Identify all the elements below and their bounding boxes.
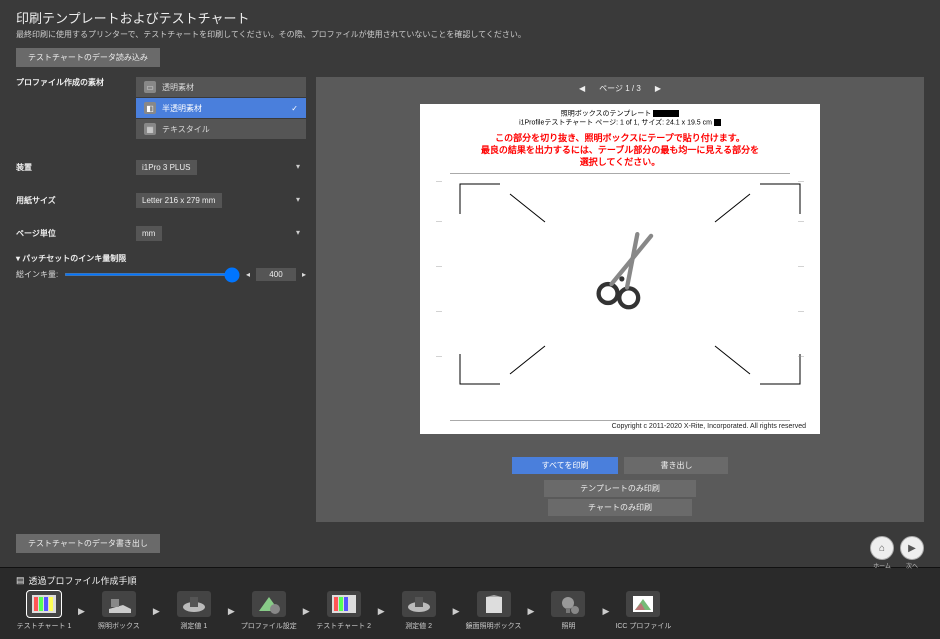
export-button[interactable]: 書き出し — [624, 457, 728, 474]
transparent-icon: ▭ — [144, 81, 156, 93]
step-mirror-lightbox[interactable]: 鏡面照明ボックス — [466, 591, 522, 631]
substrate-textile[interactable]: ▦ テキスタイル — [136, 119, 306, 139]
substrate-translucent[interactable]: ◧ 半透明素材 ✓ — [136, 98, 306, 118]
step-measure1[interactable]: 測定値 1 — [166, 591, 222, 631]
pager-prev[interactable]: ◀ — [579, 84, 585, 93]
unit-label: ページ単位 — [16, 228, 136, 239]
scissors-icon — [584, 229, 670, 315]
copyright-text: Copyright c 2011-2020 X-Rite, Incorporat… — [430, 423, 810, 430]
unit-select[interactable]: mm — [136, 226, 162, 241]
print-all-button[interactable]: すべてを印刷 — [512, 457, 619, 474]
workflow-title: ▤ 透過プロファイル作成手順 — [16, 574, 924, 587]
read-data-button[interactable]: テストチャートのデータ読み込み — [16, 48, 160, 67]
step-testchart2[interactable]: テストチャート 2 — [316, 591, 372, 631]
check-icon: ✓ — [291, 104, 298, 113]
next-button[interactable]: ▶ — [900, 536, 924, 560]
paper-label: 用紙サイズ — [16, 195, 136, 206]
step-lighting[interactable]: 照明 — [540, 591, 596, 631]
paper-select[interactable]: Letter 216 x 279 mm — [136, 193, 222, 208]
preview-pane: ◀ ページ 1 / 3 ▶ 照明ボックスのテンプレート i1Profileテスト… — [316, 77, 924, 522]
ink-slider[interactable] — [64, 273, 240, 276]
device-select[interactable]: i1Pro 3 PLUS — [136, 160, 197, 175]
list-icon: ▤ — [16, 575, 25, 586]
step-measure2[interactable]: 測定値 2 — [391, 591, 447, 631]
ink-section-title: ▾ パッチセットのインキ量制限 — [16, 253, 306, 264]
textile-icon: ▦ — [144, 123, 156, 135]
print-chart-button[interactable]: チャートのみ印刷 — [548, 499, 692, 516]
pager-next[interactable]: ▶ — [655, 84, 661, 93]
substrate-transparent[interactable]: ▭ 透明素材 — [136, 77, 306, 97]
ink-total-label: 総インキ量: — [16, 269, 58, 280]
write-data-button[interactable]: テストチャートのデータ書き出し — [16, 534, 160, 553]
page-title: 印刷テンプレートおよびテストチャート — [16, 8, 924, 27]
footer: ⌂ ホーム ▶ 次へ ▤ 透過プロファイル作成手順 テストチャート 1 ▶ 照明… — [0, 567, 940, 639]
black-swatch — [653, 110, 679, 117]
ink-value-input[interactable] — [256, 268, 296, 281]
workflow-steps: テストチャート 1 ▶ 照明ボックス ▶ 測定値 1 ▶ プロファイル設定 ▶ … — [16, 591, 924, 631]
page-subtitle: 最終印刷に使用するプリンターで、テストチャートを印刷してください。その際、プロフ… — [16, 29, 924, 40]
home-button[interactable]: ⌂ — [870, 536, 894, 560]
step-testchart1[interactable]: テストチャート 1 — [16, 591, 72, 631]
pager-text: ページ 1 / 3 — [599, 83, 641, 94]
translucent-icon: ◧ — [144, 102, 156, 114]
instruction-text: この部分を切り抜き、照明ボックスにテープで貼り付けます。 最良の結果を出力するに… — [430, 133, 810, 168]
sidebar: プロファイル作成の素材 ▭ 透明素材 ◧ 半透明素材 ✓ ▦ テキスタイル — [16, 77, 306, 522]
preview-page: 照明ボックスのテンプレート i1Profileテストチャート ページ: 1 of… — [420, 104, 820, 434]
step-lightbox[interactable]: 照明ボックス — [91, 591, 147, 631]
step-profile-settings[interactable]: プロファイル設定 — [241, 591, 297, 631]
device-label: 装置 — [16, 162, 136, 173]
print-template-button[interactable]: テンプレートのみ印刷 — [544, 480, 696, 497]
substrate-label: プロファイル作成の素材 — [16, 77, 136, 88]
cut-template: — — — — — — — — — — — [450, 173, 790, 421]
step-icc-profile[interactable]: ICC プロファイル — [615, 591, 671, 631]
